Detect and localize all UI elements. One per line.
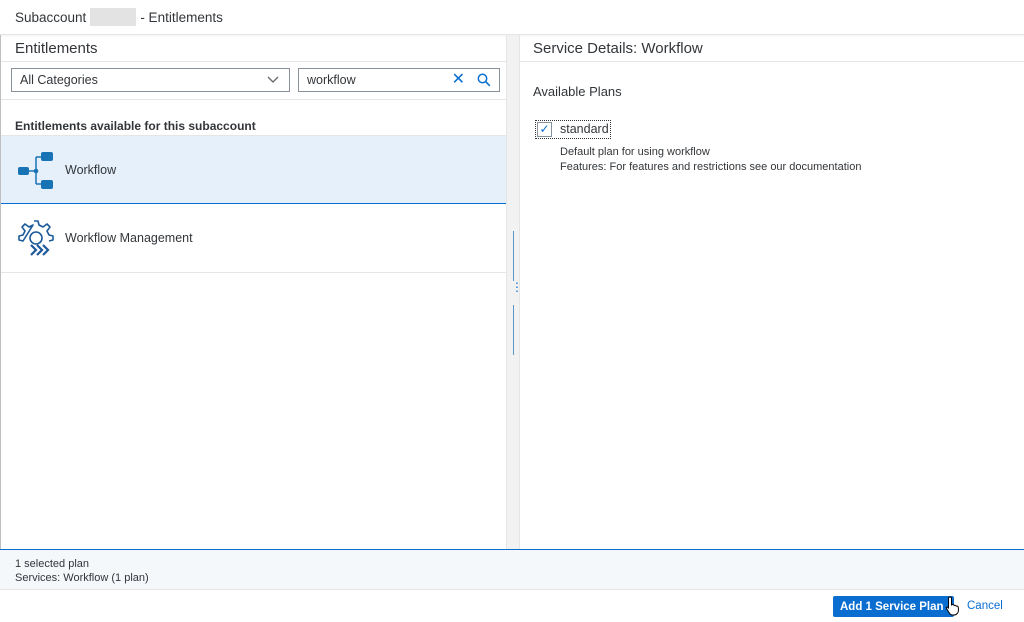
- dialog-header: Subaccount - Entitlements: [0, 0, 1024, 35]
- add-service-plan-button[interactable]: Add 1 Service Plan: [833, 596, 954, 617]
- search-input-value[interactable]: workflow: [307, 73, 356, 87]
- redacted-subaccount-name: [90, 8, 137, 26]
- list-item-label: Workflow: [65, 162, 117, 177]
- splitter-line: [513, 305, 514, 355]
- plan-description: Default plan for using workflow Features…: [560, 145, 861, 175]
- plan-label[interactable]: standard: [560, 122, 609, 136]
- entitlement-list: Workflow Workflow Management: [1, 135, 507, 273]
- service-details-title: Service Details: Workflow: [520, 35, 1024, 62]
- service-details-pane: Service Details: Workflow Available Plan…: [520, 35, 1024, 549]
- list-item-label: Workflow Management: [65, 231, 193, 245]
- workflow-icon: [17, 150, 55, 190]
- selected-services: Services: Workflow (1 plan): [15, 572, 149, 584]
- pane-splitter[interactable]: ⋮: [506, 35, 523, 549]
- drag-handle-icon[interactable]: ⋮: [511, 281, 523, 293]
- splitter-line: [513, 231, 514, 281]
- filter-bar: All Categories workflow ✕: [11, 68, 501, 92]
- workflow-management-icon: [17, 218, 55, 258]
- entitlements-pane: Entitlements All Categories workflow ✕ E…: [0, 35, 507, 549]
- plan-description-line: Features: For features and restrictions …: [560, 161, 862, 173]
- search-input[interactable]: workflow ✕: [298, 68, 500, 92]
- available-plans-label: Available Plans: [533, 84, 622, 99]
- dialog-title-prefix: Subaccount: [15, 9, 87, 25]
- entitlements-title: Entitlements: [1, 35, 506, 62]
- plan-checkbox[interactable]: ✓: [537, 122, 552, 137]
- plan-description-line: Default plan for using workflow: [560, 146, 710, 158]
- cancel-button[interactable]: Cancel: [967, 600, 1003, 612]
- search-icon[interactable]: [477, 73, 491, 90]
- hand-cursor-icon: [945, 596, 960, 616]
- clear-icon[interactable]: ✕: [452, 72, 465, 88]
- category-select[interactable]: All Categories: [11, 68, 290, 92]
- list-item-workflow-management[interactable]: Workflow Management: [1, 204, 507, 273]
- selection-summary: 1 selected plan Services: Workflow (1 pl…: [0, 549, 1024, 590]
- category-select-value: All Categories: [20, 73, 98, 87]
- dialog-title-suffix: - Entitlements: [140, 9, 223, 25]
- selected-count: 1 selected plan: [15, 558, 89, 570]
- divider: [1, 99, 507, 100]
- dialog-footer: Add 1 Service Plan Cancel: [0, 590, 1024, 622]
- list-item-workflow[interactable]: Workflow: [1, 135, 507, 204]
- section-label: Entitlements available for this subaccou…: [15, 119, 256, 133]
- chevron-down-icon[interactable]: [267, 72, 279, 91]
